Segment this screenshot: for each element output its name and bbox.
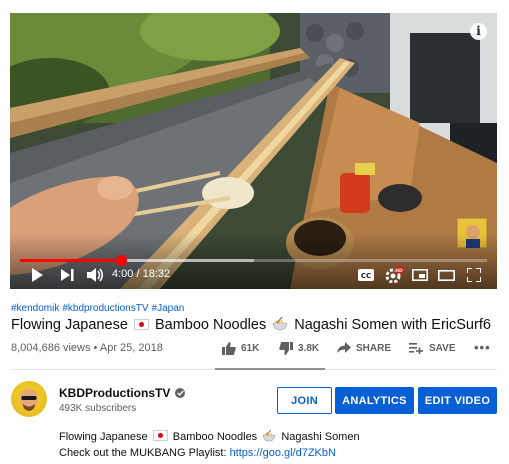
channel-name-text[interactable]: KBDProductionsTV (59, 386, 170, 400)
like-button[interactable]: 61K (222, 342, 259, 355)
fullscreen-button[interactable] (464, 266, 484, 284)
analytics-button[interactable]: ANALYTICS (335, 387, 414, 414)
theater-icon (437, 269, 455, 281)
title-text: Nagashi Somen with EricSurf6 (294, 317, 491, 333)
next-button[interactable] (58, 266, 76, 284)
add-to-playlist-icon (409, 343, 423, 354)
dislike-button[interactable]: 3.8K (279, 342, 319, 355)
volume-icon (86, 268, 103, 282)
progress-played (20, 259, 121, 262)
view-count: 8,004,686 views (11, 342, 91, 354)
time-total: 18:32 (142, 268, 171, 280)
time-display: 4:00 / 18:32 (112, 268, 170, 280)
info-icon[interactable]: i (470, 23, 487, 40)
settings-button[interactable]: HD (384, 266, 404, 284)
meta-separator: • (90, 342, 100, 354)
video-meta: 8,004,686 views • Apr 25, 2018 (11, 342, 163, 354)
time-current: 4:00 (112, 268, 134, 280)
share-button[interactable]: SHARE (337, 342, 391, 354)
share-icon (337, 342, 351, 353)
time-separator: / (133, 268, 143, 280)
channel-name[interactable]: KBDProductionsTV (59, 386, 186, 400)
description-line-2: Check out the MUKBANG Playlist: https://… (59, 447, 336, 459)
dislike-count: 3.8K (298, 343, 320, 354)
upload-date: Apr 25, 2018 (99, 342, 163, 354)
video-title: Flowing Japanese Bamboo Noodles Nagashi … (11, 317, 491, 333)
description-text: Flowing Japanese (59, 431, 148, 443)
next-icon (60, 269, 73, 281)
video-player[interactable]: i 4:00 / 18:32 CC HD (10, 13, 497, 289)
description-text: Bamboo Noodles (172, 431, 258, 443)
save-label: SAVE (429, 342, 456, 354)
save-button[interactable]: SAVE (409, 342, 456, 354)
hashtags: #kendomik #kbdproductionsTV #Japan (11, 303, 187, 314)
hashtag-link[interactable]: #kbdproductionsTV (62, 303, 148, 314)
thumbs-down-icon (279, 342, 293, 355)
miniplayer-icon (412, 269, 428, 281)
like-ratio-bar (215, 368, 325, 370)
svg-text:CC: CC (361, 272, 371, 280)
thumbs-up-icon (222, 342, 236, 355)
noodle-bowl-icon (262, 430, 276, 442)
noodle-bowl-icon (272, 317, 288, 331)
captions-button[interactable]: CC (356, 266, 376, 284)
hashtag-link[interactable]: #kendomik (11, 303, 59, 314)
play-icon (32, 268, 43, 282)
edit-video-button[interactable]: EDIT VIDEO (418, 387, 497, 414)
captions-icon: CC (358, 269, 374, 281)
title-text: Flowing Japanese (11, 317, 128, 333)
theater-button[interactable] (436, 266, 456, 284)
title-text: Bamboo Noodles (154, 317, 267, 333)
progress-scrubber[interactable] (115, 255, 127, 266)
svg-text:HD: HD (395, 268, 403, 274)
settings-icon: HD (385, 267, 403, 283)
more-actions-icon[interactable]: ••• (474, 340, 491, 355)
japan-flag-icon (152, 430, 168, 441)
description-text: Check out the MUKBANG Playlist: (59, 447, 230, 459)
join-button[interactable]: JOIN (277, 387, 332, 414)
fullscreen-icon (467, 268, 481, 282)
like-count: 61K (241, 343, 260, 354)
playlist-link[interactable]: https://goo.gl/d7ZKbN (230, 447, 336, 459)
verified-check-icon (175, 388, 186, 398)
hashtag-link[interactable]: #Japan (152, 303, 185, 314)
subscriber-count: 493K subscribers (59, 403, 137, 414)
share-label: SHARE (356, 342, 392, 354)
description-line-1: Flowing Japanese Bamboo Noodles Nagashi … (59, 430, 360, 443)
progress-bar[interactable] (20, 255, 487, 266)
japan-flag-icon (133, 319, 149, 330)
description-text: Nagashi Somen (281, 431, 360, 443)
play-button[interactable] (28, 266, 46, 284)
volume-button[interactable] (85, 266, 105, 284)
channel-avatar[interactable] (11, 381, 47, 417)
miniplayer-button[interactable] (410, 266, 430, 284)
